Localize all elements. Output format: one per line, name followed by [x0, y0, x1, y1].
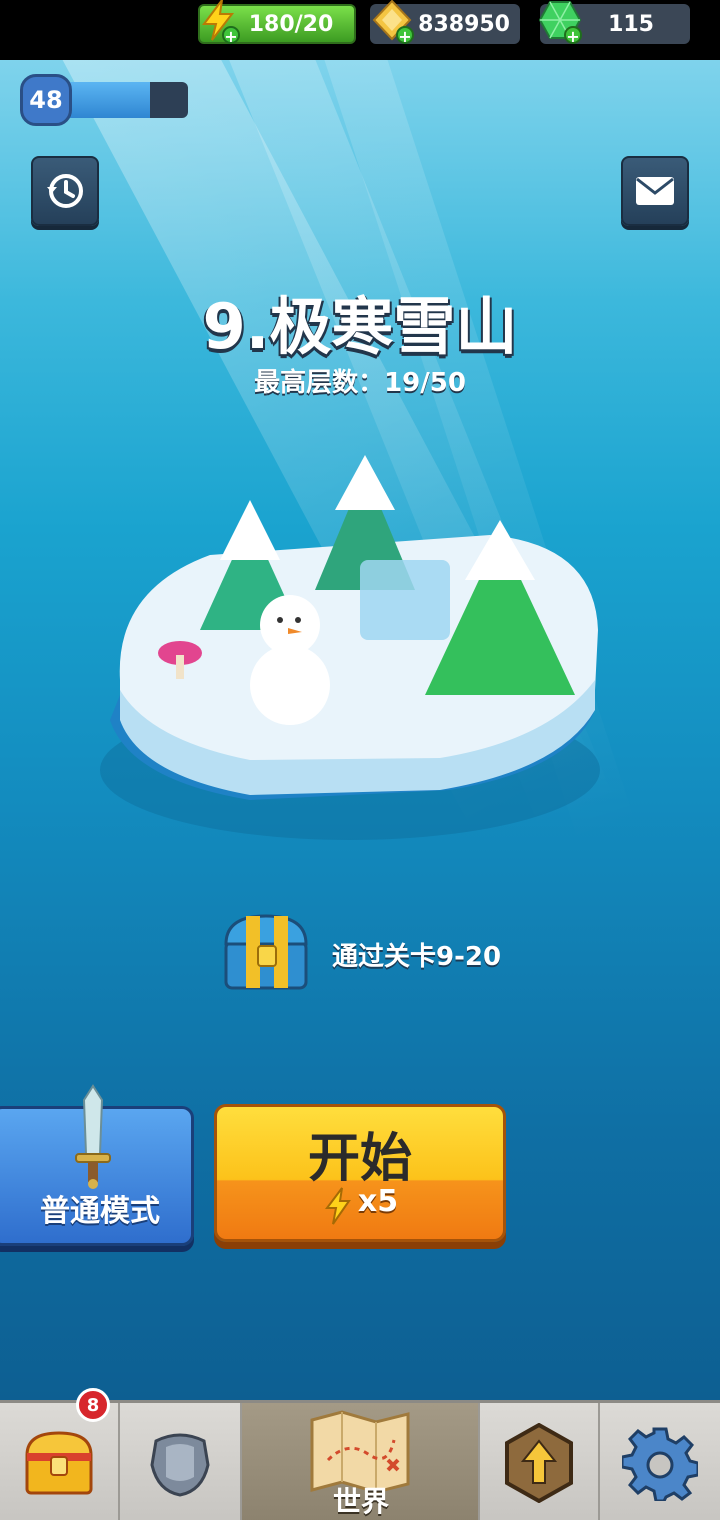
chest-notification-badge: 8 [76, 1388, 110, 1422]
normal-mode-label: 普通模式 [40, 1194, 160, 1229]
history-button[interactable] [31, 156, 99, 226]
player-level-bar[interactable]: 48 [20, 74, 188, 126]
chest-icon [25, 1431, 93, 1495]
reward-condition-text: 通过关卡9-20 [332, 942, 502, 972]
add-gem-icon[interactable]: + [564, 26, 582, 45]
nav-settings[interactable] [600, 1403, 720, 1520]
level-badge: 48 [20, 74, 72, 126]
nav-equipment[interactable] [120, 1403, 242, 1520]
sword-icon [75, 1084, 111, 1189]
history-icon [47, 174, 83, 208]
gold-icon[interactable]: + [368, 0, 416, 45]
mail-button[interactable] [621, 156, 689, 226]
mail-icon [636, 177, 674, 205]
gear-icon [622, 1427, 698, 1501]
snow-island-illustration[interactable] [90, 440, 620, 870]
energy-icon[interactable]: + [194, 0, 242, 45]
best-floor-text: 最高层数：19/50 [254, 368, 466, 398]
gem-icon[interactable]: + [536, 0, 584, 45]
armor-icon [150, 1433, 210, 1497]
start-label: 开始 [307, 1129, 412, 1189]
stage-title: 9.极寒雪山 [202, 290, 518, 363]
add-gold-icon[interactable]: + [396, 26, 414, 45]
xp-track [54, 82, 188, 118]
reward-chest-icon[interactable] [218, 908, 314, 996]
upgrade-arrow-icon [505, 1423, 573, 1503]
start-energy-cost: x5 [357, 1184, 399, 1219]
nav-upgrade[interactable] [480, 1403, 600, 1520]
add-energy-icon[interactable]: + [222, 26, 240, 45]
nav-world-label: 世界 [332, 1485, 389, 1518]
nav-chest[interactable] [0, 1403, 120, 1520]
